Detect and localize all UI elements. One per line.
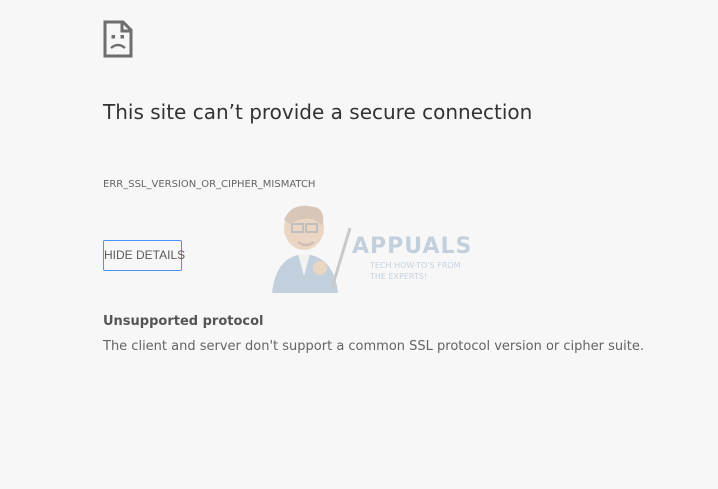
watermark-tagline: TECH HOW-TO'S FROM THE EXPERTS! bbox=[370, 261, 461, 281]
watermark-brand: APPUALS bbox=[352, 234, 473, 259]
details-text: The client and server don't support a co… bbox=[103, 339, 644, 354]
error-code: ERR_SSL_VERSION_OR_CIPHER_MISMATCH bbox=[103, 179, 316, 190]
hide-details-button[interactable]: HIDE DETAILS bbox=[103, 240, 185, 271]
mascot-icon bbox=[272, 205, 352, 293]
error-page: This site can’t provide a secure connect… bbox=[0, 0, 718, 489]
page-title: This site can’t provide a secure connect… bbox=[103, 100, 533, 124]
details-heading: Unsupported protocol bbox=[103, 314, 264, 329]
watermark: APPUALS TECH HOW-TO'S FROM THE EXPERTS! bbox=[262, 198, 471, 293]
sad-page-icon bbox=[103, 20, 133, 58]
